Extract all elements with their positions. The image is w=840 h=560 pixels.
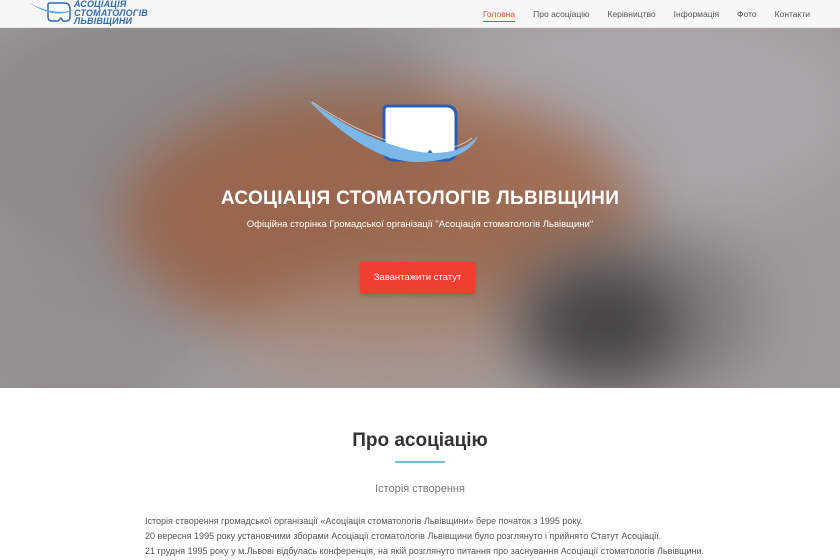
- download-statute-button[interactable]: Завантажити статут: [360, 262, 475, 294]
- nav-item-contacts[interactable]: Контакти: [775, 0, 810, 28]
- history-paragraph: 21 грудня 1995 року у м.Львові відбулась…: [145, 546, 705, 556]
- nav-item-photo[interactable]: Фото: [737, 0, 757, 28]
- top-navbar: Асоціація стоматологів львівщини Головна…: [0, 0, 840, 28]
- logo-line-3: львівщини: [74, 16, 133, 26]
- nav-item-about[interactable]: Про асоціацію: [533, 0, 589, 28]
- logo-text: Асоціація стоматологів львівщини: [74, 0, 148, 26]
- history-text: Історія створення громадської організаці…: [145, 514, 745, 559]
- hero-title: АСОЦІАЦІЯ СТОМАТОЛОГІВ ЛЬВІВЩИНИ: [220, 188, 620, 209]
- tooth-logo-icon: [28, 2, 74, 22]
- history-paragraph: Історія створення громадської організаці…: [145, 516, 583, 526]
- hero-subtitle: Офіційна сторінка Громадської організаці…: [246, 219, 594, 230]
- nav-item-information[interactable]: Інформація: [674, 0, 719, 28]
- nav-item-leadership[interactable]: Керівництво: [608, 0, 656, 28]
- about-section-subtitle: Історія створення: [375, 483, 465, 495]
- history-paragraph: 20 вересня 1995 року установчими зборами…: [145, 531, 662, 541]
- main-nav: Головна Про асоціацію Керівництво Інформ…: [465, 0, 810, 28]
- about-section-title: Про асоціацію: [352, 430, 488, 451]
- site-logo[interactable]: Асоціація стоматологів львівщини: [26, 0, 148, 28]
- hero-section: АСОЦІАЦІЯ СТОМАТОЛОГІВ ЛЬВІВЩИНИ Офіційн…: [0, 28, 840, 388]
- tooth-emblem-icon: [308, 100, 478, 163]
- nav-item-home[interactable]: Головна: [482, 0, 516, 28]
- title-underline: [395, 461, 445, 463]
